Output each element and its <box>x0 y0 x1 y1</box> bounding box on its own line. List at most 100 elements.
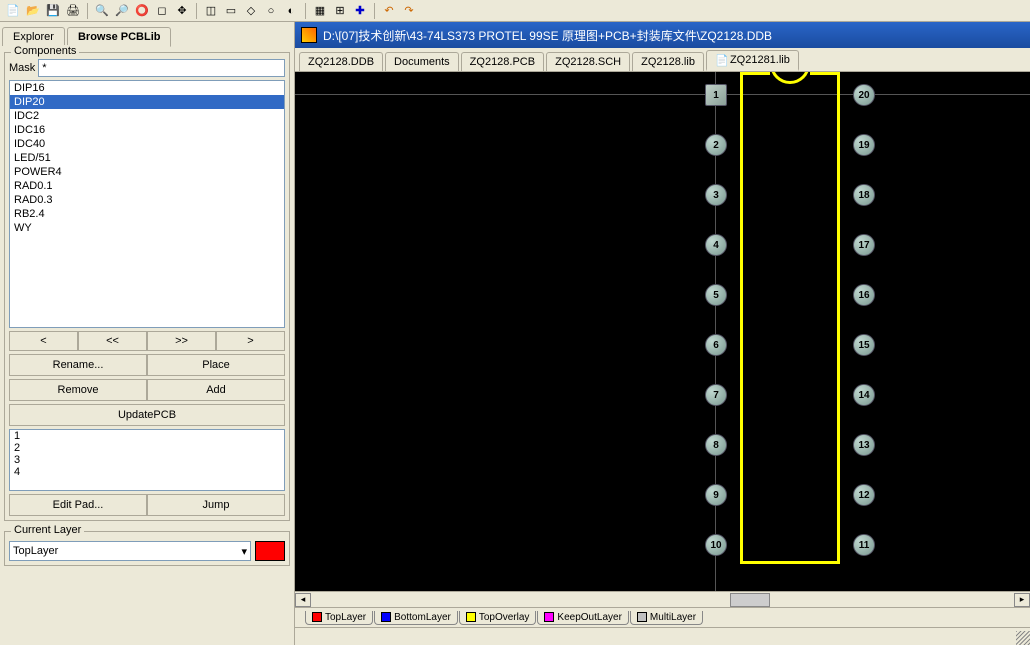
remove-button[interactable]: Remove <box>9 379 147 401</box>
jump-button[interactable]: Jump <box>147 494 285 516</box>
tool-a-icon[interactable]: ◫ <box>202 2 220 20</box>
pad[interactable]: 7 <box>705 384 727 406</box>
doc-tab-label: ZQ21281.lib <box>730 54 790 66</box>
scroll-thumb[interactable] <box>730 593 770 607</box>
snap-icon[interactable]: ⊞ <box>331 2 349 20</box>
tool-d-icon[interactable]: ○ <box>262 2 280 20</box>
component-item[interactable]: RAD0.1 <box>10 179 284 193</box>
pad-list-item[interactable]: 2 <box>10 442 284 454</box>
nav-last-button[interactable]: > <box>216 331 285 351</box>
undo-icon[interactable]: ↶ <box>380 2 398 20</box>
pad[interactable]: 8 <box>705 434 727 456</box>
component-item[interactable]: LED/51 <box>10 151 284 165</box>
doc-tab[interactable]: ZQ2128.lib <box>632 52 704 71</box>
edit-pad-button[interactable]: Edit Pad... <box>9 494 147 516</box>
rename-button[interactable]: Rename... <box>9 354 147 376</box>
pad[interactable]: 15 <box>853 334 875 356</box>
component-item[interactable]: IDC16 <box>10 123 284 137</box>
zoom-in-icon[interactable]: 🔍 <box>93 2 111 20</box>
window-title: D:\[07]技术创新\43-74LS373 PROTEL 99SE 原理图+P… <box>323 27 772 44</box>
save-icon[interactable]: 💾 <box>44 2 62 20</box>
layer-tab[interactable]: TopOverlay <box>459 611 537 625</box>
mask-label: Mask <box>9 62 35 74</box>
zoom-out-icon[interactable]: 🔎 <box>113 2 131 20</box>
component-item[interactable]: DIP20 <box>10 95 284 109</box>
pad[interactable]: 12 <box>853 484 875 506</box>
grid-icon[interactable]: ▦ <box>311 2 329 20</box>
doc-tab[interactable]: ZQ2128.DDB <box>299 52 383 71</box>
pad[interactable]: 16 <box>853 284 875 306</box>
update-pcb-button[interactable]: UpdatePCB <box>9 404 285 426</box>
pan-icon[interactable]: ✥ <box>173 2 191 20</box>
components-group: Components Mask DIP16DIP20IDC2IDC16IDC40… <box>4 52 290 521</box>
pad[interactable]: 17 <box>853 234 875 256</box>
tab-browse-pcblib[interactable]: Browse PCBLib <box>67 27 172 47</box>
pad[interactable]: 18 <box>853 184 875 206</box>
component-item[interactable]: IDC2 <box>10 109 284 123</box>
pad[interactable]: 20 <box>853 84 875 106</box>
redo-icon[interactable]: ↷ <box>400 2 418 20</box>
print-icon[interactable]: 🖨 <box>64 2 82 20</box>
pad[interactable]: 10 <box>705 534 727 556</box>
doc-tab[interactable]: 📄ZQ21281.lib <box>706 50 799 71</box>
tab-explorer[interactable]: Explorer <box>2 27 65 46</box>
nav-next-button[interactable]: >> <box>147 331 216 351</box>
doc-tab[interactable]: ZQ2128.SCH <box>546 52 630 71</box>
layer-color-swatch[interactable] <box>255 541 285 561</box>
component-item[interactable]: DIP16 <box>10 81 284 95</box>
horizontal-scrollbar[interactable]: ◂ ▸ <box>295 591 1030 607</box>
pad[interactable]: 13 <box>853 434 875 456</box>
layer-tab[interactable]: MultiLayer <box>630 611 703 625</box>
component-item[interactable]: POWER4 <box>10 165 284 179</box>
scroll-left-icon[interactable]: ◂ <box>295 593 311 607</box>
pad-list-item[interactable]: 3 <box>10 454 284 466</box>
document-tabs: ZQ2128.DDBDocumentsZQ2128.PCBZQ2128.SCHZ… <box>295 48 1030 72</box>
pad[interactable]: 1 <box>705 84 727 106</box>
file-icon: 📄 <box>715 54 727 66</box>
pad[interactable]: 5 <box>705 284 727 306</box>
pad[interactable]: 2 <box>705 134 727 156</box>
tool-e-icon[interactable]: ◐ <box>282 2 300 20</box>
pad[interactable]: 6 <box>705 334 727 356</box>
status-bar <box>295 627 1030 645</box>
component-item[interactable]: RB2.4 <box>10 207 284 221</box>
window-titlebar: D:\[07]技术创新\43-74LS373 PROTEL 99SE 原理图+P… <box>295 22 1030 48</box>
nav-first-button[interactable]: < <box>9 331 78 351</box>
pad[interactable]: 9 <box>705 484 727 506</box>
doc-tab[interactable]: ZQ2128.PCB <box>461 52 544 71</box>
nav-prev-button[interactable]: << <box>78 331 147 351</box>
pad[interactable]: 3 <box>705 184 727 206</box>
panel-tabs: Explorer Browse PCBLib <box>2 24 292 46</box>
plus-icon[interactable]: ✚ <box>351 2 369 20</box>
layer-select[interactable]: TopLayer ▾ <box>9 541 251 561</box>
pcb-canvas[interactable]: 1234567891020191817161514131211 <box>295 72 1030 591</box>
layer-tab[interactable]: BottomLayer <box>374 611 458 625</box>
pad[interactable]: 11 <box>853 534 875 556</box>
mask-input[interactable] <box>38 59 285 77</box>
layer-tab[interactable]: KeepOutLayer <box>537 611 629 625</box>
component-item[interactable]: RAD0.3 <box>10 193 284 207</box>
pad-list-item[interactable]: 4 <box>10 466 284 478</box>
pad-list[interactable]: 1234 <box>9 429 285 491</box>
tool-b-icon[interactable]: ▭ <box>222 2 240 20</box>
add-button[interactable]: Add <box>147 379 285 401</box>
resize-grip[interactable] <box>1016 631 1030 645</box>
pad[interactable]: 14 <box>853 384 875 406</box>
pad[interactable]: 4 <box>705 234 727 256</box>
new-icon[interactable]: 📄 <box>4 2 22 20</box>
place-button[interactable]: Place <box>147 354 285 376</box>
pad[interactable]: 19 <box>853 134 875 156</box>
zoom-fit-icon[interactable]: ⭕ <box>133 2 151 20</box>
layer-tab[interactable]: TopLayer <box>305 611 373 625</box>
component-item[interactable]: WY <box>10 221 284 235</box>
components-list[interactable]: DIP16DIP20IDC2IDC16IDC40LED/51POWER4RAD0… <box>9 80 285 328</box>
browse-panel: Explorer Browse PCBLib Components Mask D… <box>0 22 295 645</box>
tool-c-icon[interactable]: ◇ <box>242 2 260 20</box>
pad-list-item[interactable]: 1 <box>10 430 284 442</box>
zoom-window-icon[interactable]: ◻ <box>153 2 171 20</box>
scroll-right-icon[interactable]: ▸ <box>1014 593 1030 607</box>
open-icon[interactable]: 📂 <box>24 2 42 20</box>
doc-tab[interactable]: Documents <box>385 52 459 71</box>
component-item[interactable]: IDC40 <box>10 137 284 151</box>
chevron-down-icon: ▾ <box>241 545 247 558</box>
